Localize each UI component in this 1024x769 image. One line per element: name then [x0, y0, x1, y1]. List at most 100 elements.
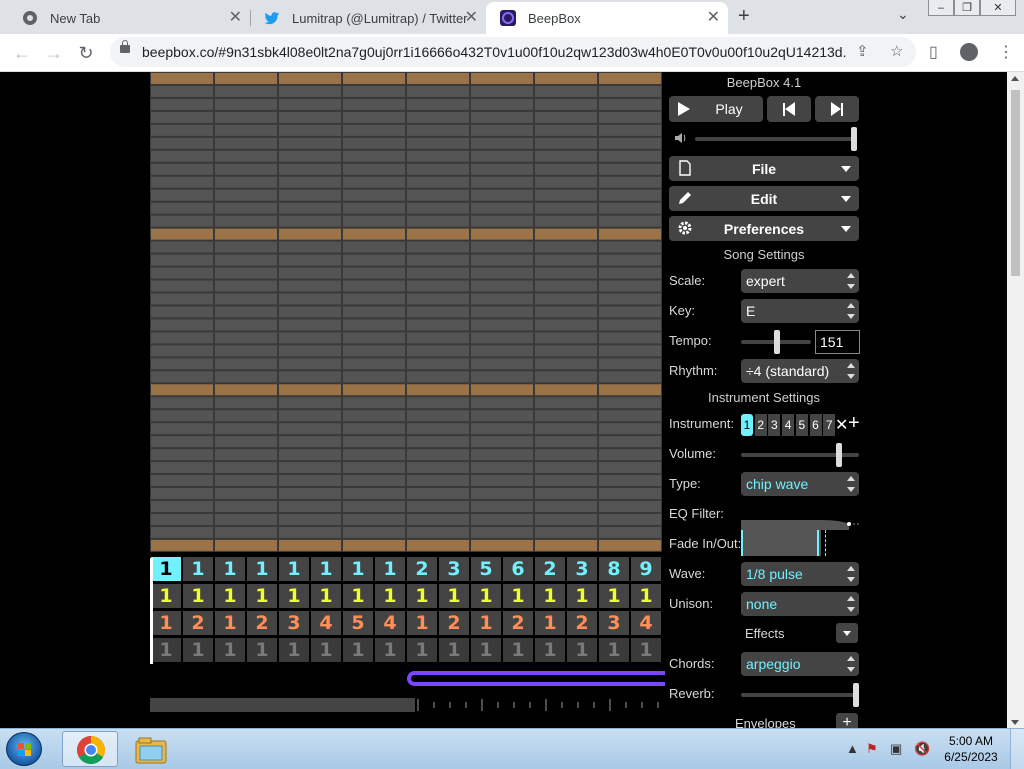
pattern-cell[interactable] — [151, 241, 213, 253]
pattern-cell[interactable] — [471, 423, 533, 435]
pattern-cell[interactable] — [343, 163, 405, 175]
pattern-cell[interactable] — [343, 345, 405, 357]
pattern-cell[interactable] — [407, 513, 469, 525]
pattern-cell[interactable] — [215, 345, 277, 357]
scale-select[interactable]: expert — [741, 269, 859, 293]
pattern-cell[interactable] — [407, 410, 469, 422]
pattern-cell[interactable] — [343, 124, 405, 136]
pattern-cell[interactable] — [471, 371, 533, 383]
track-pattern-cell[interactable]: 1 — [151, 557, 181, 581]
pattern-cell[interactable] — [471, 462, 533, 474]
pattern-cell[interactable] — [343, 85, 405, 97]
close-window-button[interactable]: ✕ — [980, 0, 1016, 16]
edit-menu[interactable]: Edit — [669, 186, 859, 211]
pattern-cell[interactable] — [343, 306, 405, 318]
track-pattern-cell[interactable]: 1 — [567, 638, 597, 662]
add-envelope-button[interactable]: + — [836, 713, 858, 728]
pattern-cell[interactable] — [215, 332, 277, 344]
octave-row-cell[interactable] — [535, 539, 597, 551]
pattern-cell[interactable] — [215, 306, 277, 318]
pattern-cell[interactable] — [599, 436, 661, 448]
pattern-cell[interactable] — [151, 397, 213, 409]
pattern-cell[interactable] — [471, 436, 533, 448]
pattern-cell[interactable] — [471, 501, 533, 512]
pattern-cell[interactable] — [151, 513, 213, 525]
pattern-cell[interactable] — [215, 215, 277, 227]
pattern-cell[interactable] — [599, 462, 661, 474]
pattern-cell[interactable] — [215, 98, 277, 110]
pattern-cell[interactable] — [151, 345, 213, 357]
track-pattern-cell[interactable]: 1 — [215, 584, 245, 608]
pattern-cell[interactable] — [407, 241, 469, 253]
close-icon[interactable]: ✕ — [465, 10, 478, 26]
pattern-cell[interactable] — [599, 137, 661, 149]
pattern-cell[interactable] — [535, 124, 597, 136]
octave-row-cell[interactable] — [151, 228, 213, 240]
pattern-cell[interactable] — [279, 358, 341, 370]
pattern-cell[interactable] — [343, 358, 405, 370]
pattern-cell[interactable] — [471, 293, 533, 305]
pattern-cell[interactable] — [279, 293, 341, 305]
track-pattern-cell[interactable]: 1 — [375, 584, 405, 608]
track-pattern-cell[interactable]: 3 — [279, 611, 309, 635]
pattern-cell[interactable] — [407, 332, 469, 344]
track-pattern-cell[interactable]: 1 — [247, 584, 277, 608]
pattern-cell[interactable] — [407, 124, 469, 136]
pattern-cell[interactable] — [407, 345, 469, 357]
pattern-cell[interactable] — [279, 475, 341, 487]
pattern-cell[interactable] — [471, 513, 533, 525]
pattern-cell[interactable] — [343, 332, 405, 344]
pattern-cell[interactable] — [407, 475, 469, 487]
scroll-up-icon[interactable] — [1011, 76, 1019, 81]
pattern-cell[interactable] — [535, 85, 597, 97]
pattern-cell[interactable] — [279, 513, 341, 525]
instrument-button-4[interactable]: 4 — [782, 414, 795, 436]
chords-select[interactable]: arpeggio — [741, 652, 859, 676]
pattern-cell[interactable] — [343, 189, 405, 201]
track-pattern-cell[interactable]: 2 — [183, 611, 213, 635]
master-volume-slider[interactable] — [695, 127, 857, 151]
pattern-cell[interactable] — [279, 332, 341, 344]
pattern-cell[interactable] — [151, 293, 213, 305]
clock[interactable]: 5:00 AM 6/25/2023 — [940, 733, 1002, 765]
pattern-cell[interactable] — [599, 475, 661, 487]
pattern-cell[interactable] — [535, 423, 597, 435]
track-pattern-cell[interactable]: 1 — [343, 584, 373, 608]
page-scrollbar[interactable] — [1007, 72, 1024, 729]
pattern-cell[interactable] — [599, 488, 661, 500]
pattern-cell[interactable] — [599, 150, 661, 162]
preferences-menu[interactable]: Preferences — [669, 216, 859, 241]
rhythm-select[interactable]: ÷4 (standard) — [741, 359, 859, 383]
pattern-cell[interactable] — [471, 526, 533, 538]
track-pattern-cell[interactable]: 1 — [535, 584, 565, 608]
pattern-cell[interactable] — [471, 332, 533, 344]
track-pattern-cell[interactable]: 1 — [247, 638, 277, 662]
pattern-cell[interactable] — [279, 397, 341, 409]
pattern-cell[interactable] — [279, 306, 341, 318]
pattern-cell[interactable] — [535, 371, 597, 383]
track-pattern-cell[interactable]: 1 — [183, 557, 213, 581]
file-menu[interactable]: File — [669, 156, 859, 181]
pattern-cell[interactable] — [215, 85, 277, 97]
pattern-cell[interactable] — [151, 488, 213, 500]
octave-row-cell[interactable] — [279, 384, 341, 396]
pattern-cell[interactable] — [599, 189, 661, 201]
octave-row-cell[interactable] — [599, 228, 661, 240]
pattern-cell[interactable] — [407, 449, 469, 461]
pattern-cell[interactable] — [151, 137, 213, 149]
track-pattern-cell[interactable]: 1 — [279, 584, 309, 608]
pattern-cell[interactable] — [599, 526, 661, 538]
track-pattern-cell[interactable]: 1 — [215, 611, 245, 635]
octave-row-cell[interactable] — [471, 73, 533, 84]
unison-select[interactable]: none — [741, 592, 859, 616]
track-pattern-cell[interactable]: 2 — [439, 611, 469, 635]
pattern-cell[interactable] — [279, 371, 341, 383]
pattern-cell[interactable] — [471, 306, 533, 318]
pattern-cell[interactable] — [535, 150, 597, 162]
track-pattern-cell[interactable]: 5 — [343, 611, 373, 635]
pattern-cell[interactable] — [471, 85, 533, 97]
pattern-cell[interactable] — [535, 111, 597, 123]
pattern-cell[interactable] — [279, 526, 341, 538]
octave-row-cell[interactable] — [343, 73, 405, 84]
octave-row-cell[interactable] — [151, 539, 213, 551]
